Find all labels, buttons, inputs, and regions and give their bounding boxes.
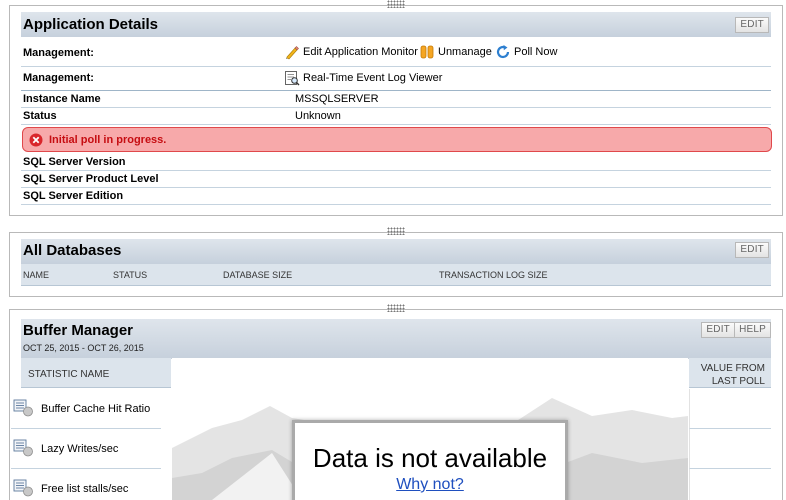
help-button[interactable]: HELP <box>734 322 771 338</box>
drag-handle[interactable] <box>387 0 405 8</box>
drag-handle[interactable] <box>387 304 405 312</box>
date-range: OCT 25, 2015 - OCT 26, 2015 <box>23 343 144 353</box>
management-row: Management: Edit Application Monitor Unm… <box>21 41 771 67</box>
edit-application-monitor-label: Edit Application Monitor <box>303 46 418 58</box>
error-icon <box>29 133 43 147</box>
unmanage-label: Unmanage <box>438 46 492 58</box>
management-label: Management: <box>23 47 94 59</box>
instance-name-value: MSSQLSERVER <box>295 93 379 105</box>
application-details-panel: Application Details EDIT Management: Edi… <box>9 0 783 216</box>
refresh-icon <box>496 45 510 59</box>
column-header-name[interactable]: NAME <box>23 270 49 280</box>
edit-button[interactable]: EDIT <box>735 242 769 258</box>
statistic-row[interactable]: Lazy Writes/sec <box>11 429 161 469</box>
drag-handle[interactable] <box>387 227 405 235</box>
statistic-icon <box>13 479 33 497</box>
panel-title: Application Details <box>23 16 159 33</box>
management-label: Management: <box>23 72 94 84</box>
sql-edition-label: SQL Server Edition <box>23 190 124 202</box>
statistic-name-header[interactable]: STATISTIC NAME <box>21 358 171 388</box>
sql-product-level-label: SQL Server Product Level <box>23 173 159 185</box>
sql-version-label: SQL Server Version <box>23 156 126 168</box>
value-from-last-poll-header[interactable]: VALUE FROM LAST POLL <box>689 358 771 388</box>
sql-version-row: SQL Server Version <box>21 154 771 171</box>
no-data-message: Data is not available <box>312 443 548 473</box>
alert-message: Initial poll in progress. <box>49 134 167 146</box>
sql-edition-row: SQL Server Edition <box>21 188 771 205</box>
value-header-line1: VALUE FROM <box>700 363 765 374</box>
panel-header: Application Details EDIT <box>21 12 771 37</box>
panel-header: Buffer Manager OCT 25, 2015 - OCT 26, 20… <box>21 319 771 359</box>
edit-application-monitor-link[interactable]: Edit Application Monitor <box>284 44 418 60</box>
statistic-name: Lazy Writes/sec <box>41 443 119 455</box>
management-row: Management: Real-Time Event Log Viewer <box>21 67 771 91</box>
instance-name-label: Instance Name <box>23 93 101 105</box>
sql-product-level-row: SQL Server Product Level <box>21 171 771 188</box>
edit-button[interactable]: EDIT <box>701 322 735 338</box>
status-row: Status Unknown <box>21 108 771 125</box>
pause-icon <box>420 45 434 59</box>
no-data-dialog: Data is not available Why not? <box>292 420 568 500</box>
status-label: Status <box>23 110 57 122</box>
column-header-status[interactable]: STATUS <box>113 270 147 280</box>
panel-header: All Databases EDIT <box>21 239 771 264</box>
statistic-name-label: STATISTIC NAME <box>28 369 110 380</box>
instance-name-row: Instance Name MSSQLSERVER <box>21 91 771 108</box>
poll-now-label: Poll Now <box>514 46 558 58</box>
value-header-line2: LAST POLL <box>711 376 765 387</box>
column-header-database-size[interactable]: DATABASE SIZE <box>223 270 292 280</box>
event-log-viewer-link[interactable]: Real-Time Event Log Viewer <box>284 70 442 86</box>
database-table-header: NAME STATUS DATABASE SIZE TRANSACTION LO… <box>21 264 771 286</box>
statistic-row[interactable]: Free list stalls/sec <box>11 469 161 500</box>
event-log-viewer-label: Real-Time Event Log Viewer <box>303 72 443 84</box>
poll-now-link[interactable]: Poll Now <box>495 44 557 60</box>
event-log-icon <box>285 71 300 86</box>
panel-title: Buffer Manager <box>23 322 134 339</box>
status-value: Unknown <box>295 110 341 122</box>
value-cell <box>689 469 771 500</box>
column-header-transaction-log-size[interactable]: TRANSACTION LOG SIZE <box>439 270 548 280</box>
statistic-icon <box>13 439 33 457</box>
edit-button[interactable]: EDIT <box>735 17 769 33</box>
panel-title: All Databases <box>23 242 122 259</box>
value-cell <box>689 429 771 469</box>
why-not-link[interactable]: Why not? <box>295 476 565 494</box>
pencil-icon <box>286 46 299 60</box>
value-cell <box>689 389 771 429</box>
statistic-name: Buffer Cache Hit Ratio <box>41 403 151 415</box>
statistic-name: Free list stalls/sec <box>41 483 129 495</box>
statistic-icon <box>13 399 33 417</box>
all-databases-panel: All Databases EDIT NAME STATUS DATABASE … <box>9 227 783 297</box>
poll-alert-banner: Initial poll in progress. <box>22 127 772 152</box>
unmanage-link[interactable]: Unmanage <box>419 44 492 60</box>
statistic-row[interactable]: Buffer Cache Hit Ratio <box>11 389 161 429</box>
